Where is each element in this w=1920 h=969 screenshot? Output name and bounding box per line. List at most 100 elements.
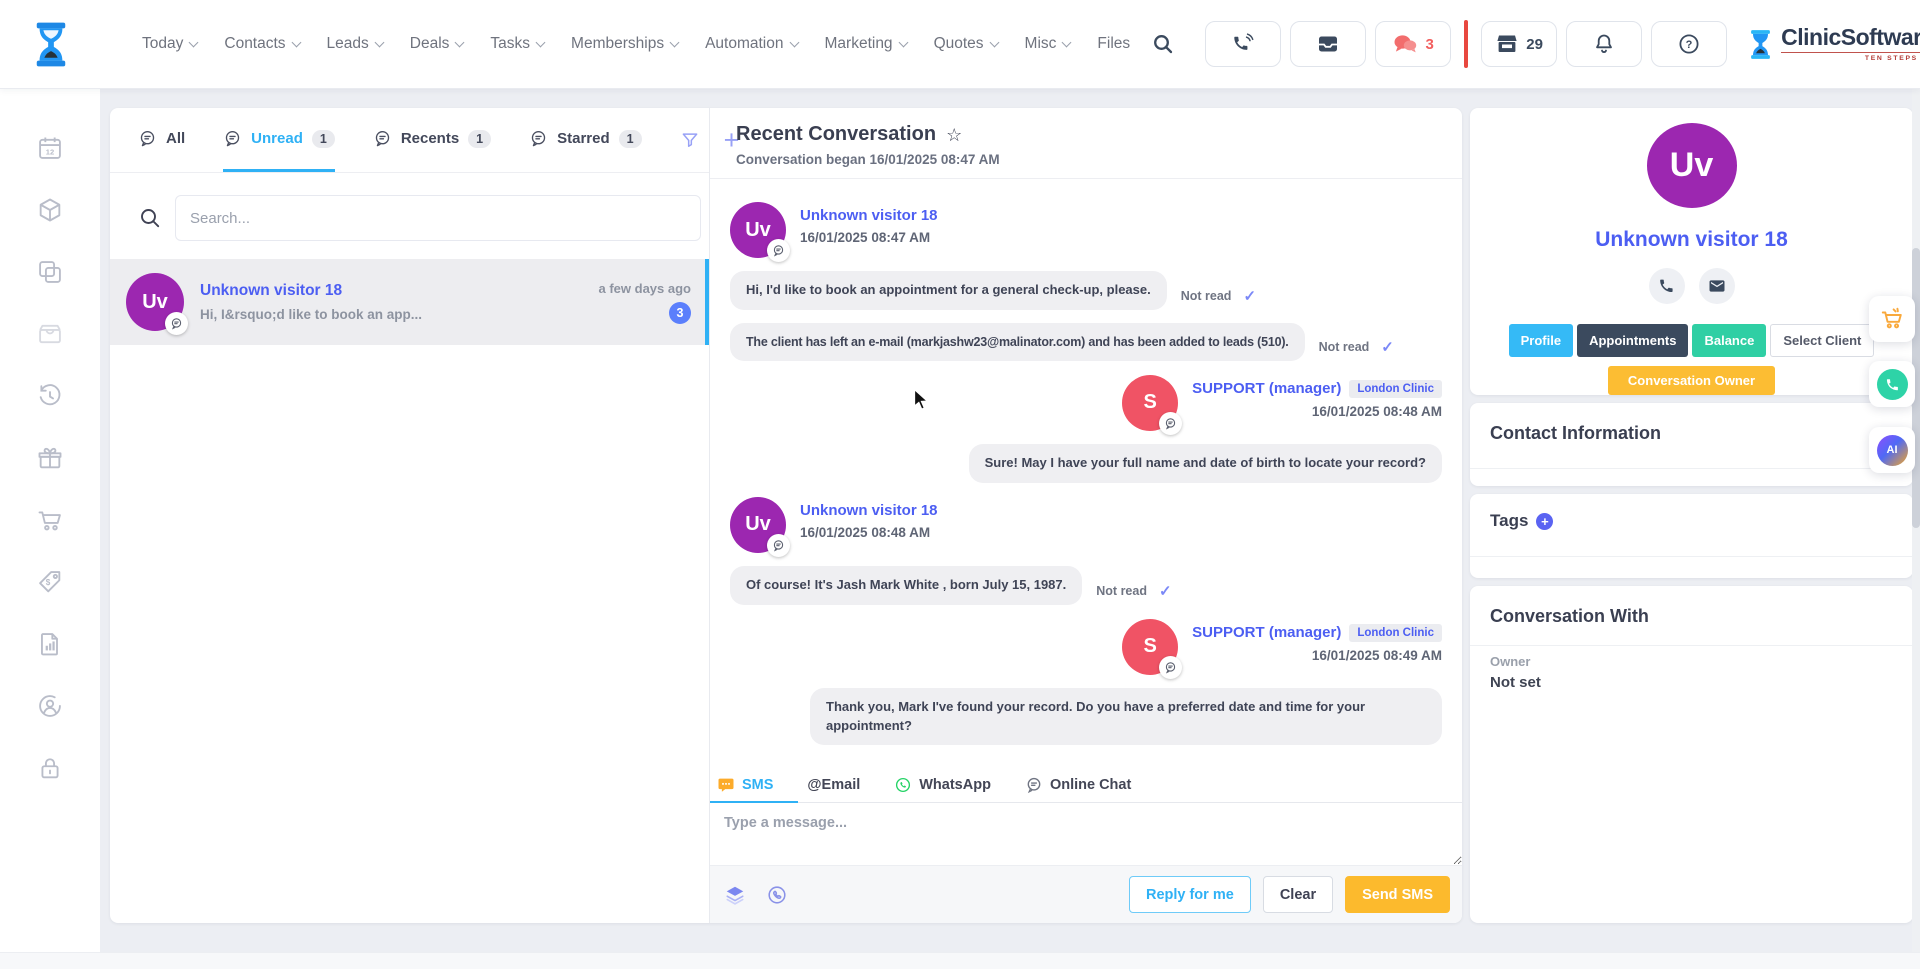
channel-online-chat[interactable]: Online Chat: [1025, 776, 1131, 794]
chevron-down-icon: [989, 37, 999, 47]
recents-count-pill: 1: [468, 130, 491, 148]
chat-bubbles-icon: [1392, 32, 1418, 56]
nav-tasks[interactable]: Tasks: [490, 35, 544, 53]
sender-name[interactable]: SUPPORT (manager): [1192, 380, 1341, 397]
nav-deals[interactable]: Deals: [410, 35, 464, 53]
appointments-button[interactable]: Appointments: [1577, 324, 1688, 357]
channel-whatsapp[interactable]: WhatsApp: [894, 776, 991, 794]
client-profile-card: Uv Unknown visitor 18 Profile Appointmen…: [1470, 108, 1913, 395]
conversation-time: a few days ago: [599, 281, 691, 296]
ai-assistant-button[interactable]: AI: [1869, 427, 1915, 473]
calendar-icon[interactable]: 12: [36, 134, 64, 162]
chevron-down-icon: [898, 37, 908, 47]
help-button[interactable]: ?: [1651, 21, 1727, 67]
chat-count-badge: 3: [1425, 36, 1433, 53]
nav-today[interactable]: Today: [142, 35, 197, 53]
nav-automation[interactable]: Automation: [705, 35, 797, 53]
chat-bubble-icon: [373, 129, 392, 148]
message-bubble: The client has left an e-mail (markjashw…: [730, 323, 1305, 361]
nav-marketing[interactable]: Marketing: [825, 35, 907, 53]
balance-button[interactable]: Balance: [1692, 324, 1766, 357]
send-sms-button[interactable]: Send SMS: [1345, 876, 1450, 913]
call-client-button[interactable]: [1649, 268, 1685, 304]
tab-recents[interactable]: Recents 1: [373, 108, 491, 172]
gift-icon[interactable]: [36, 444, 64, 472]
inbox-button[interactable]: [1290, 21, 1366, 67]
main-nav: Today Contacts Leads Deals Tasks Members…: [142, 35, 1130, 53]
svg-text:12: 12: [46, 147, 54, 156]
sender-name[interactable]: Unknown visitor 18: [800, 502, 938, 519]
chat-bubble-icon: [223, 129, 242, 148]
hourglass-logo-small-icon: [1748, 29, 1773, 60]
chevron-down-icon: [789, 37, 799, 47]
chat-notifications-button[interactable]: 3: [1375, 21, 1451, 67]
reply-for-me-button[interactable]: Reply for me: [1129, 876, 1251, 913]
sender-name[interactable]: Unknown visitor 18: [800, 207, 938, 224]
starred-count-pill: 1: [619, 130, 642, 148]
nav-memberships[interactable]: Memberships: [571, 35, 678, 53]
add-tag-button[interactable]: +: [1536, 513, 1553, 530]
star-icon[interactable]: ☆: [946, 126, 962, 144]
templates-icon[interactable]: [724, 884, 746, 906]
cash-register-icon[interactable]: [36, 320, 64, 348]
report-icon[interactable]: [36, 630, 64, 658]
whatsapp-outline-icon[interactable]: [766, 884, 788, 906]
conversation-name: Unknown visitor 18: [200, 282, 599, 300]
copy-icon[interactable]: [36, 258, 64, 286]
search-input[interactable]: [175, 195, 701, 241]
search-icon: [1151, 32, 1175, 56]
filter-icon[interactable]: [680, 130, 700, 150]
notifications-button[interactable]: [1566, 21, 1642, 67]
contact-information-card: Contact Information: [1470, 403, 1913, 486]
message-input[interactable]: [710, 803, 1462, 865]
account-icon[interactable]: [36, 692, 64, 720]
conversation-began: Conversation began 16/01/2025 08:47 AM: [736, 152, 1436, 167]
quick-call-button[interactable]: [1869, 361, 1915, 407]
nav-files[interactable]: Files: [1097, 35, 1130, 53]
chat-bubble-icon: [1025, 776, 1043, 794]
cart-icon[interactable]: [36, 506, 64, 534]
store-button[interactable]: 29: [1481, 21, 1557, 67]
lock-icon[interactable]: [36, 754, 64, 782]
conversation-owner-button[interactable]: Conversation Owner: [1608, 366, 1775, 395]
quick-cart-button[interactable]: [1869, 296, 1915, 342]
message-bubble: Hi, I'd like to book an appointment for …: [730, 271, 1167, 310]
client-name[interactable]: Unknown visitor 18: [1595, 228, 1788, 252]
chevron-down-icon: [455, 37, 465, 47]
topbar-actions: 3 29 ? ClinicSoftware.com TEN STEPS AHEA…: [1130, 20, 1920, 68]
clinicsoftware-logo[interactable]: ClinicSoftware.com TEN STEPS AHEAD: [1748, 26, 1920, 62]
chevron-down-icon: [291, 37, 301, 47]
check-icon: ✓: [1159, 582, 1172, 600]
phone-button[interactable]: [1205, 21, 1281, 67]
phone-icon: [1658, 277, 1675, 294]
conversation-list-item[interactable]: Uv Unknown visitor 18 Hi, I&rsquo;d like…: [110, 259, 709, 345]
tab-all[interactable]: All: [138, 108, 185, 172]
phone-icon: [1231, 32, 1255, 56]
compose-area: SMS @Email WhatsApp Online Chat: [710, 767, 1462, 923]
nav-misc[interactable]: Misc: [1025, 35, 1071, 53]
search-button[interactable]: [1130, 22, 1196, 66]
tab-starred[interactable]: Starred 1: [529, 108, 641, 172]
select-client-button[interactable]: Select Client: [1770, 324, 1874, 357]
icon-sidebar: 12 $: [0, 88, 100, 969]
channel-email[interactable]: @Email: [807, 777, 860, 793]
nav-contacts[interactable]: Contacts: [224, 35, 299, 53]
nav-quotes[interactable]: Quotes: [934, 35, 998, 53]
sender-name[interactable]: SUPPORT (manager): [1192, 624, 1341, 641]
package-icon[interactable]: [36, 196, 64, 224]
email-client-button[interactable]: [1699, 268, 1735, 304]
channel-sms[interactable]: SMS: [717, 776, 773, 794]
clear-button[interactable]: Clear: [1263, 876, 1333, 913]
messages-area: Uv Unknown visitor 18 16/01/2025 08:47 A…: [710, 178, 1462, 767]
nav-leads[interactable]: Leads: [327, 35, 383, 53]
chat-header: Recent Conversation ☆ Conversation began…: [710, 108, 1462, 179]
hourglass-logo-icon[interactable]: [32, 21, 70, 68]
price-tag-icon[interactable]: $: [36, 568, 64, 596]
profile-button[interactable]: Profile: [1509, 324, 1573, 357]
tab-unread[interactable]: Unread 1: [223, 108, 335, 172]
conversation-with-card: Conversation With Owner Not set: [1470, 586, 1913, 923]
history-icon[interactable]: [36, 382, 64, 410]
unread-badge: 3: [669, 302, 691, 324]
page-scrollbar[interactable]: [1912, 88, 1920, 969]
divider: [1470, 556, 1913, 557]
